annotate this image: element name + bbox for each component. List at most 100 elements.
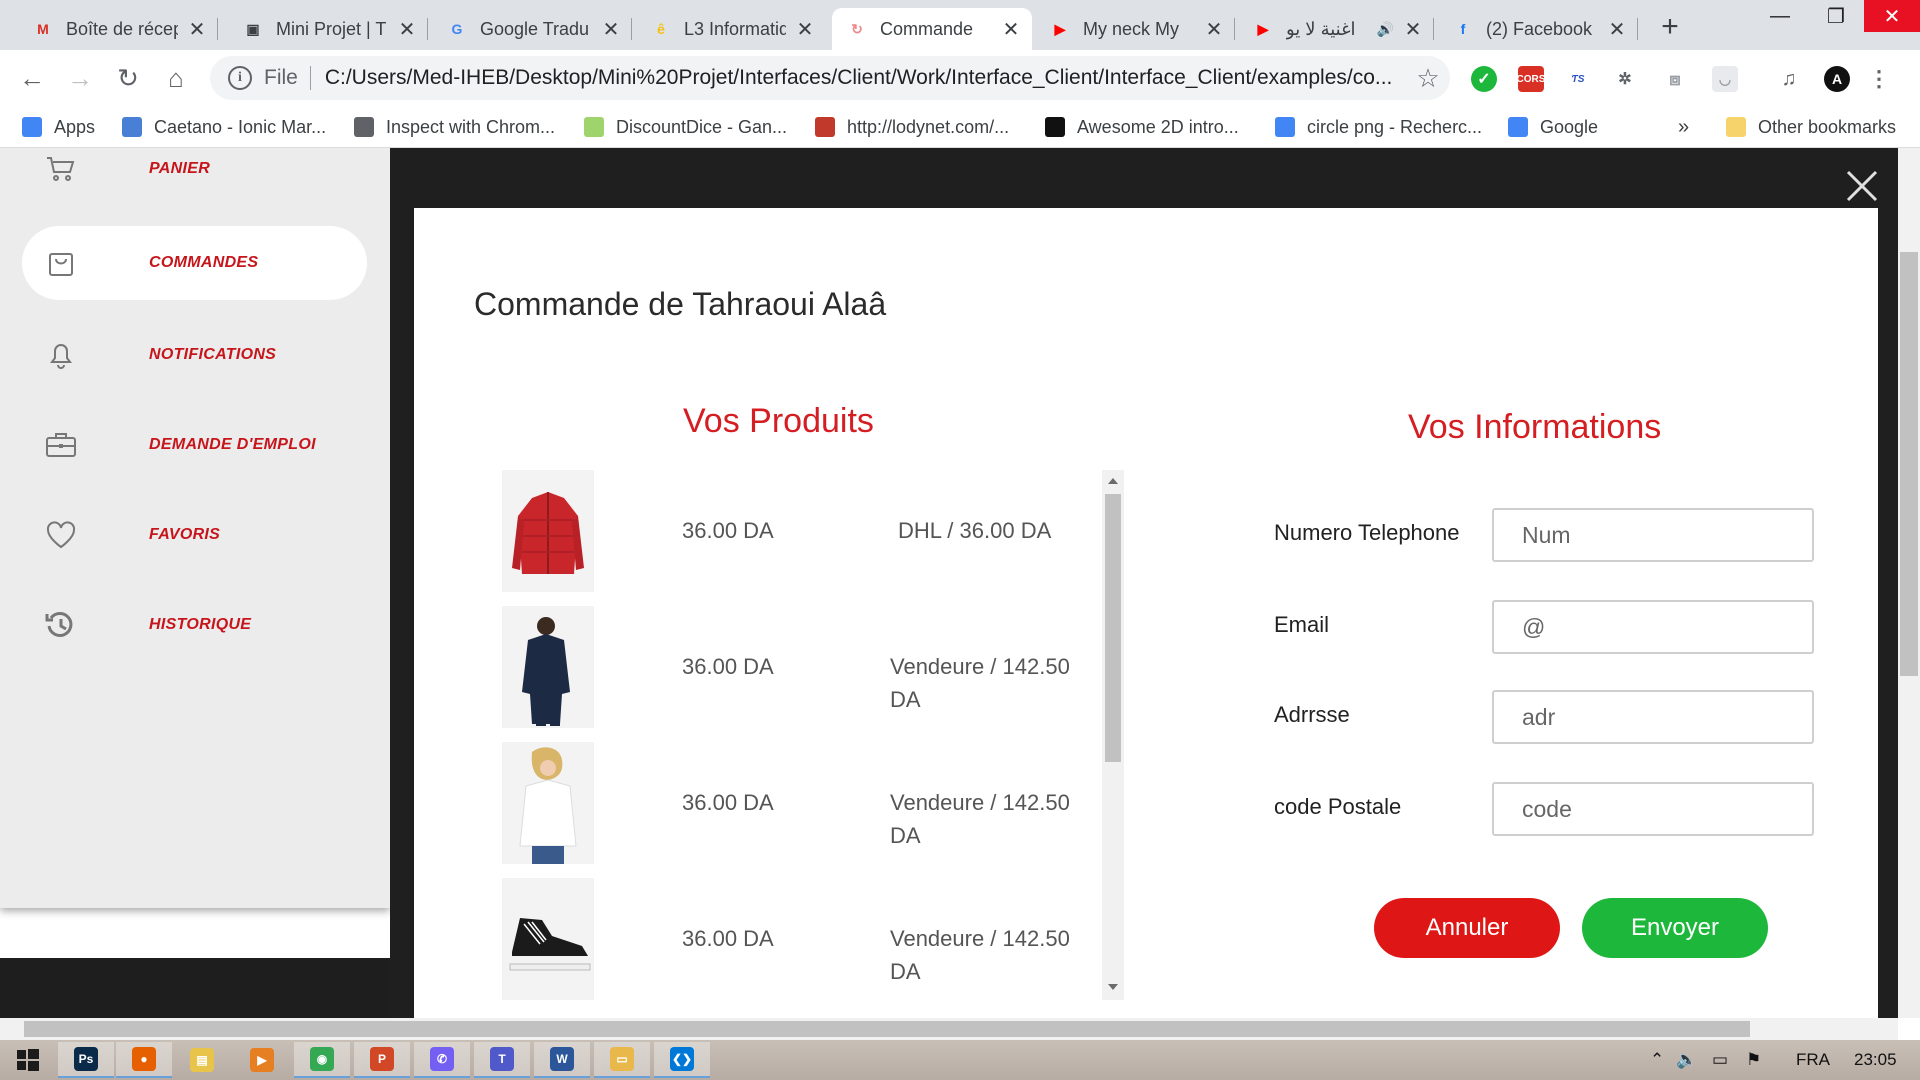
browser-tab[interactable]: ▶ My neck My ✕ [1035, 8, 1235, 50]
pdf-extension-icon[interactable]: ⧈ [1662, 66, 1688, 92]
taskbar-app[interactable]: ❮❯ [654, 1042, 710, 1078]
back-button[interactable]: ← [16, 62, 48, 94]
close-tab-icon[interactable]: ✕ [396, 17, 418, 42]
bookmarks-overflow-button[interactable]: » [1678, 114, 1689, 140]
product-row[interactable]: 36.00 DA Vendeure / 142.50 DA [502, 742, 1082, 864]
start-button[interactable] [0, 1042, 56, 1078]
bookmark-item[interactable]: circle png - Recherc... [1275, 114, 1482, 140]
new-tab-button[interactable]: + [1650, 8, 1690, 46]
bookmark-item[interactable]: Apps [22, 114, 95, 140]
action-center-flag-icon[interactable]: ⚑ [1746, 1050, 1761, 1070]
profile-avatar[interactable]: A [1824, 66, 1850, 92]
taskbar-app[interactable]: ✆ [414, 1042, 470, 1078]
browser-tab[interactable]: G Google Tradu ✕ [432, 8, 632, 50]
extension-gear-icon[interactable]: ✲ [1612, 66, 1638, 92]
address-bar[interactable]: i File C:/Users/Med-IHEB/Desktop/Mini%20… [210, 56, 1450, 100]
close-tab-icon[interactable]: ✕ [1000, 17, 1022, 42]
browser-menu-icon[interactable]: ⋮ [1866, 66, 1892, 92]
browser-tab[interactable]: ê L3 Informatiq ✕ [636, 8, 826, 50]
address-input[interactable] [1492, 690, 1814, 744]
audio-playing-icon[interactable]: 🔊 [1377, 21, 1394, 38]
browser-tab[interactable]: f (2) Facebook ✕ [1438, 8, 1638, 50]
scroll-up-arrow-icon[interactable] [1108, 478, 1118, 484]
close-window-button[interactable]: ✕ [1864, 0, 1920, 32]
sidebar-item-historique[interactable]: HISTORIQUE [22, 588, 367, 662]
product-list-scroll-thumb[interactable] [1105, 494, 1121, 762]
bookmark-item[interactable]: http://lodynet.com/... [815, 114, 1009, 140]
network-icon[interactable]: ▭ [1712, 1050, 1728, 1070]
product-row[interactable]: 36.00 DA DHL / 36.00 DA [502, 470, 1082, 592]
close-tab-icon[interactable]: ✕ [186, 17, 208, 42]
restore-window-button[interactable]: ❐ [1808, 0, 1864, 32]
reload-button[interactable]: ↻ [112, 62, 144, 94]
close-tab-icon[interactable]: ✕ [794, 17, 816, 42]
input-language[interactable]: FRA [1796, 1050, 1830, 1070]
product-image-navy-jacket-man[interactable] [502, 606, 594, 728]
page-hscroll-thumb[interactable] [24, 1021, 1750, 1037]
pocket-extension-icon[interactable]: ◡ [1712, 66, 1738, 92]
media-player-icon: ▶ [250, 1048, 274, 1072]
site-info-icon[interactable]: i [228, 66, 252, 90]
scroll-down-arrow-icon[interactable] [1108, 984, 1118, 990]
home-button[interactable]: ⌂ [160, 62, 192, 94]
close-tab-icon[interactable]: ✕ [1203, 17, 1225, 42]
browser-tab[interactable]: M Boîte de récep ✕ [18, 8, 218, 50]
volume-icon[interactable]: 🔈 [1676, 1050, 1697, 1070]
taskbar-app[interactable]: Ps [58, 1042, 114, 1078]
taskbar-app[interactable]: ▤ [174, 1042, 230, 1078]
close-tab-icon[interactable]: ✕ [1606, 17, 1628, 42]
clock[interactable]: 23:05 [1854, 1050, 1897, 1070]
product-row[interactable]: 36.00 DA Vendeure / 142.50 DA [502, 606, 1082, 728]
bookmark-item[interactable]: Caetano - Ionic Mar... [122, 114, 326, 140]
bookmark-star-icon[interactable]: ☆ [1406, 63, 1450, 94]
email-input[interactable] [1492, 600, 1814, 654]
media-controls-icon[interactable]: ♫ [1776, 66, 1802, 92]
sidebar-item-panier[interactable]: PANIER [22, 148, 367, 206]
photoshop-icon: Ps [74, 1047, 98, 1071]
tray-overflow-icon[interactable]: ⌃ [1650, 1050, 1664, 1070]
product-image-red-jacket[interactable] [502, 470, 594, 592]
page-vertical-scrollbar[interactable] [1898, 148, 1920, 1018]
close-tab-icon[interactable]: ✕ [600, 17, 622, 42]
forward-button[interactable]: → [64, 62, 96, 94]
taskbar-app[interactable]: T [474, 1042, 530, 1078]
bookmark-item[interactable]: Awesome 2D intro... [1045, 114, 1239, 140]
extension-t-icon[interactable]: ƬS [1565, 66, 1591, 92]
product-row[interactable]: 36.00 DA Vendeure / 142.50 DA [502, 878, 1082, 1000]
grammarly-check-icon[interactable]: ✓ [1471, 66, 1497, 92]
taskbar-app[interactable]: ▭ [594, 1042, 650, 1078]
bookmark-item[interactable]: DiscountDice - Gan... [584, 114, 787, 140]
sidebar-item-demande-d-emploi[interactable]: DEMANDE D'EMPLOI [22, 408, 367, 482]
page-horizontal-scrollbar[interactable] [0, 1018, 1898, 1040]
sidebar-item-label: PANIER [149, 160, 211, 177]
sidebar-item-commandes[interactable]: COMMANDES [22, 226, 367, 300]
sidebar-item-favoris[interactable]: FAVORIS [22, 498, 367, 572]
taskbar-app[interactable]: W [534, 1042, 590, 1078]
other-bookmarks-folder[interactable]: Other bookmarks [1726, 114, 1896, 140]
browser-tab[interactable]: ↻ Commande ✕ [832, 8, 1032, 50]
sidebar-item-notifications[interactable]: NOTIFICATIONS [22, 318, 367, 392]
phone-input[interactable] [1492, 508, 1814, 562]
sidebar-item-label: HISTORIQUE [149, 616, 252, 633]
product-image-black-sneaker[interactable] [502, 878, 594, 1000]
bookmark-item[interactable]: Google [1508, 114, 1598, 140]
taskbar-app[interactable]: ◉ [294, 1042, 350, 1078]
product-image-white-shirt-woman[interactable] [502, 742, 594, 864]
close-tab-icon[interactable]: ✕ [1402, 17, 1424, 42]
postal-code-input[interactable] [1492, 782, 1814, 836]
taskbar-app[interactable]: ● [116, 1042, 172, 1078]
product-list-scrollbar[interactable] [1102, 470, 1124, 1000]
close-modal-icon[interactable] [1842, 166, 1882, 206]
browser-tab[interactable]: ▣ Mini Projet | T ✕ [228, 8, 428, 50]
minimize-window-button[interactable]: — [1752, 0, 1808, 32]
bookmark-item[interactable]: Inspect with Chrom... [354, 114, 555, 140]
page-scroll-thumb[interactable] [1900, 252, 1918, 676]
cancel-button[interactable]: Annuler [1374, 898, 1560, 958]
cors-extension-icon[interactable]: CORS [1517, 66, 1545, 92]
product-list[interactable]: 36.00 DA DHL / 36.00 DA 36.00 DA Vendeure /… [502, 470, 1092, 1000]
taskbar-app[interactable]: ▶ [234, 1042, 290, 1078]
taskbar-app[interactable]: P [354, 1042, 410, 1078]
url-text[interactable]: C:/Users/Med-IHEB/Desktop/Mini%20Projet/… [325, 66, 1406, 90]
browser-tab[interactable]: ▶ اغنية لا يو 🔊 ✕ [1238, 8, 1434, 50]
submit-button[interactable]: Envoyer [1582, 898, 1768, 958]
